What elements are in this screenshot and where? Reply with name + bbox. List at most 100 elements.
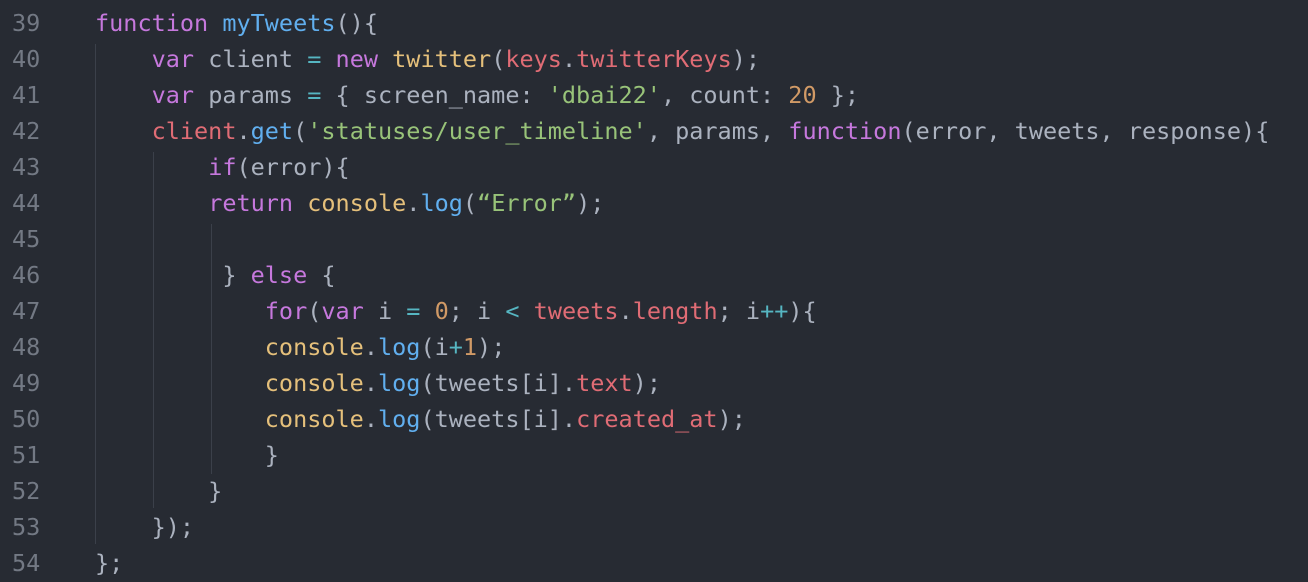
code-token: twitter <box>392 45 492 73</box>
code-token: = <box>307 81 322 109</box>
line-number: 45 <box>12 225 41 253</box>
line-number: 43 <box>12 153 41 181</box>
code-line[interactable]: 47 for(var i = 0; i < tweets.length; i++… <box>0 293 1308 329</box>
code-token: function <box>788 117 902 145</box>
code-token: i <box>363 297 407 325</box>
code-editor[interactable]: 39 function myTweets(){ 40 var client = ne… <box>0 0 1308 582</box>
code-token: 1 <box>462 333 478 361</box>
code-token: (tweets[i]. <box>420 369 577 397</box>
code-token: 20 <box>788 81 817 109</box>
code-text: }; <box>95 545 123 581</box>
code-token: ( <box>462 189 478 217</box>
code-text: console.log(tweets[i].text); <box>95 365 661 401</box>
code-token: ; i <box>717 297 761 325</box>
code-token: log <box>420 189 463 217</box>
code-token: }; <box>95 549 124 577</box>
code-token: created_at <box>576 405 718 433</box>
code-token: params <box>194 81 308 109</box>
code-token: . <box>406 189 421 217</box>
code-token: 'statuses/user_timeline' <box>307 117 647 145</box>
code-text: var client = new twitter(keys.twitterKey… <box>95 41 760 77</box>
code-line[interactable]: 43 if(error){ <box>0 149 1308 185</box>
code-token: { <box>307 261 336 289</box>
line-number: 49 <box>12 369 41 397</box>
code-line[interactable]: 52 } <box>0 473 1308 509</box>
code-token: 0 <box>434 297 449 325</box>
code-token: } <box>95 477 223 505</box>
code-line[interactable]: 49 console.log(tweets[i].text); <box>0 365 1308 401</box>
code-token: for <box>264 297 308 325</box>
line-number: 50 <box>12 405 41 433</box>
code-text: console.log(i+1); <box>95 329 506 365</box>
code-text: var params = { screen_name: 'dbai22', co… <box>95 77 859 113</box>
line-number: 54 <box>12 549 41 577</box>
code-token: console <box>264 369 364 397</box>
code-token: ; i <box>448 297 506 325</box>
code-token: else <box>250 261 308 289</box>
line-number: 41 <box>12 81 41 109</box>
code-text: function myTweets(){ <box>95 5 378 41</box>
line-number: 40 <box>12 45 41 73</box>
code-line[interactable]: 39 function myTweets(){ <box>0 5 1308 41</box>
line-number: 51 <box>12 441 41 469</box>
code-line[interactable]: 46 } else { <box>0 257 1308 293</box>
code-line[interactable]: 40 var client = new twitter(keys.twitter… <box>0 41 1308 77</box>
code-token: client <box>194 45 308 73</box>
code-token: text <box>576 369 633 397</box>
code-text: client.get('statuses/user_timeline', par… <box>95 113 1270 149</box>
code-text: return console.log(“Error”); <box>95 185 604 221</box>
code-token: twitterKeys <box>576 45 732 73</box>
code-token: console <box>307 189 407 217</box>
line-number: 44 <box>12 189 41 217</box>
code-line[interactable]: 48 console.log(i+1); <box>0 329 1308 365</box>
code-token: new <box>335 45 378 73</box>
code-line[interactable]: 53 }); <box>0 509 1308 545</box>
code-token: var <box>321 297 364 325</box>
code-token: } <box>95 261 251 289</box>
code-line[interactable]: 44 return console.log(“Error”); <box>0 185 1308 221</box>
code-text: if(error){ <box>95 149 349 185</box>
code-token: (){ <box>335 9 378 37</box>
code-line[interactable]: 54}; <box>0 545 1308 581</box>
code-token: . <box>236 117 251 145</box>
code-token: return <box>208 189 294 217</box>
line-number: 48 <box>12 333 41 361</box>
code-line[interactable]: 42 client.get('statuses/user_timeline', … <box>0 113 1308 149</box>
code-token: , count: <box>660 81 789 109</box>
code-text: console.log(tweets[i].created_at); <box>95 401 746 437</box>
code-token: log <box>377 369 421 397</box>
code-line[interactable]: 51 } <box>0 437 1308 473</box>
code-line[interactable]: 41 var params = { screen_name: 'dbai22',… <box>0 77 1308 113</box>
code-token: client <box>151 117 237 145</box>
code-token: (tweets[i]. <box>420 405 577 433</box>
line-number: 52 <box>12 477 41 505</box>
code-token: ); <box>632 369 661 397</box>
code-text: for(var i = 0; i < tweets.length; i++){ <box>95 293 817 329</box>
code-token: ( <box>307 297 322 325</box>
code-line[interactable]: 50 console.log(tweets[i].created_at); <box>0 401 1308 437</box>
code-token: + <box>448 333 463 361</box>
code-token: . <box>561 45 577 73</box>
code-token: . <box>618 297 633 325</box>
code-token: console <box>264 405 364 433</box>
code-token: var <box>151 45 195 73</box>
code-token: keys <box>505 45 562 73</box>
code-token: myTweets <box>222 9 336 37</box>
code-token: 'dbai22' <box>547 81 661 109</box>
code-token: { screen_name: <box>321 81 548 109</box>
code-token: var <box>151 81 195 109</box>
code-token: console <box>264 333 364 361</box>
code-text: }); <box>95 509 194 545</box>
code-token: if <box>208 153 237 181</box>
code-token: < <box>505 297 520 325</box>
code-line[interactable]: 45 <box>0 221 1308 257</box>
